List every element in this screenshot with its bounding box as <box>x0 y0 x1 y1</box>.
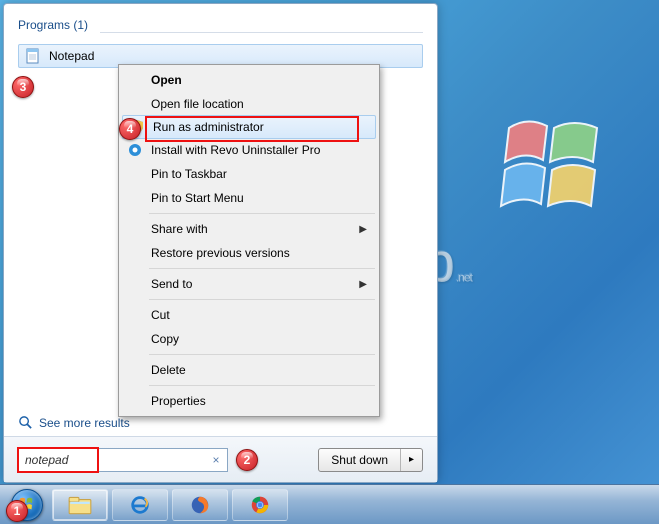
divider <box>149 385 375 386</box>
cm-copy[interactable]: Copy <box>121 327 377 351</box>
search-icon <box>18 415 33 430</box>
cm-restore-versions[interactable]: Restore previous versions <box>121 241 377 265</box>
taskbar-firefox[interactable] <box>172 489 228 521</box>
cm-properties[interactable]: Properties <box>121 389 377 413</box>
cm-cut[interactable]: Cut <box>121 303 377 327</box>
callout-4: 4 <box>119 118 141 140</box>
notepad-icon <box>25 48 41 64</box>
search-input[interactable] <box>25 453 203 467</box>
clear-search-icon[interactable]: × <box>209 453 223 467</box>
shutdown-menu-arrow[interactable]: ▸ <box>400 449 422 471</box>
divider <box>149 213 375 214</box>
revo-icon <box>127 142 143 158</box>
search-input-container[interactable]: × <box>18 448 228 472</box>
cm-send-to[interactable]: Send to▶ <box>121 272 377 296</box>
shutdown-button[interactable]: Shut down ▸ <box>318 448 423 472</box>
cm-revo-install[interactable]: Install with Revo Uninstaller Pro <box>121 138 377 162</box>
cm-open[interactable]: Open <box>121 68 377 92</box>
see-more-results-label: See more results <box>39 416 130 430</box>
search-result-label: Notepad <box>49 49 94 63</box>
chevron-right-icon: ▶ <box>359 224 367 235</box>
callout-1: 1 <box>6 500 28 522</box>
taskbar: 1 <box>0 484 659 524</box>
cm-pin-taskbar[interactable]: Pin to Taskbar <box>121 162 377 186</box>
cm-pin-startmenu[interactable]: Pin to Start Menu <box>121 186 377 210</box>
shutdown-label: Shut down <box>319 449 400 471</box>
watermark-suffix: .net <box>456 271 472 285</box>
section-label: Programs (1) <box>18 18 88 32</box>
windows-flag-wallpaper <box>499 110 619 220</box>
cm-run-as-admin[interactable]: Run as administrator <box>122 115 376 139</box>
taskbar-explorer[interactable] <box>52 489 108 521</box>
cm-delete[interactable]: Delete <box>121 358 377 382</box>
see-more-results[interactable]: See more results <box>18 415 130 430</box>
taskbar-ie[interactable] <box>112 489 168 521</box>
divider <box>100 32 423 33</box>
cm-open-file-location[interactable]: Open file location <box>121 92 377 116</box>
context-menu: Open Open file location Run as administr… <box>118 64 380 417</box>
divider <box>149 354 375 355</box>
callout-3: 3 <box>12 76 34 98</box>
chevron-right-icon: ▶ <box>359 279 367 290</box>
cm-share-with[interactable]: Share with▶ <box>121 217 377 241</box>
taskbar-chrome[interactable] <box>232 489 288 521</box>
callout-2: 2 <box>236 449 258 471</box>
divider <box>149 268 375 269</box>
divider <box>149 299 375 300</box>
